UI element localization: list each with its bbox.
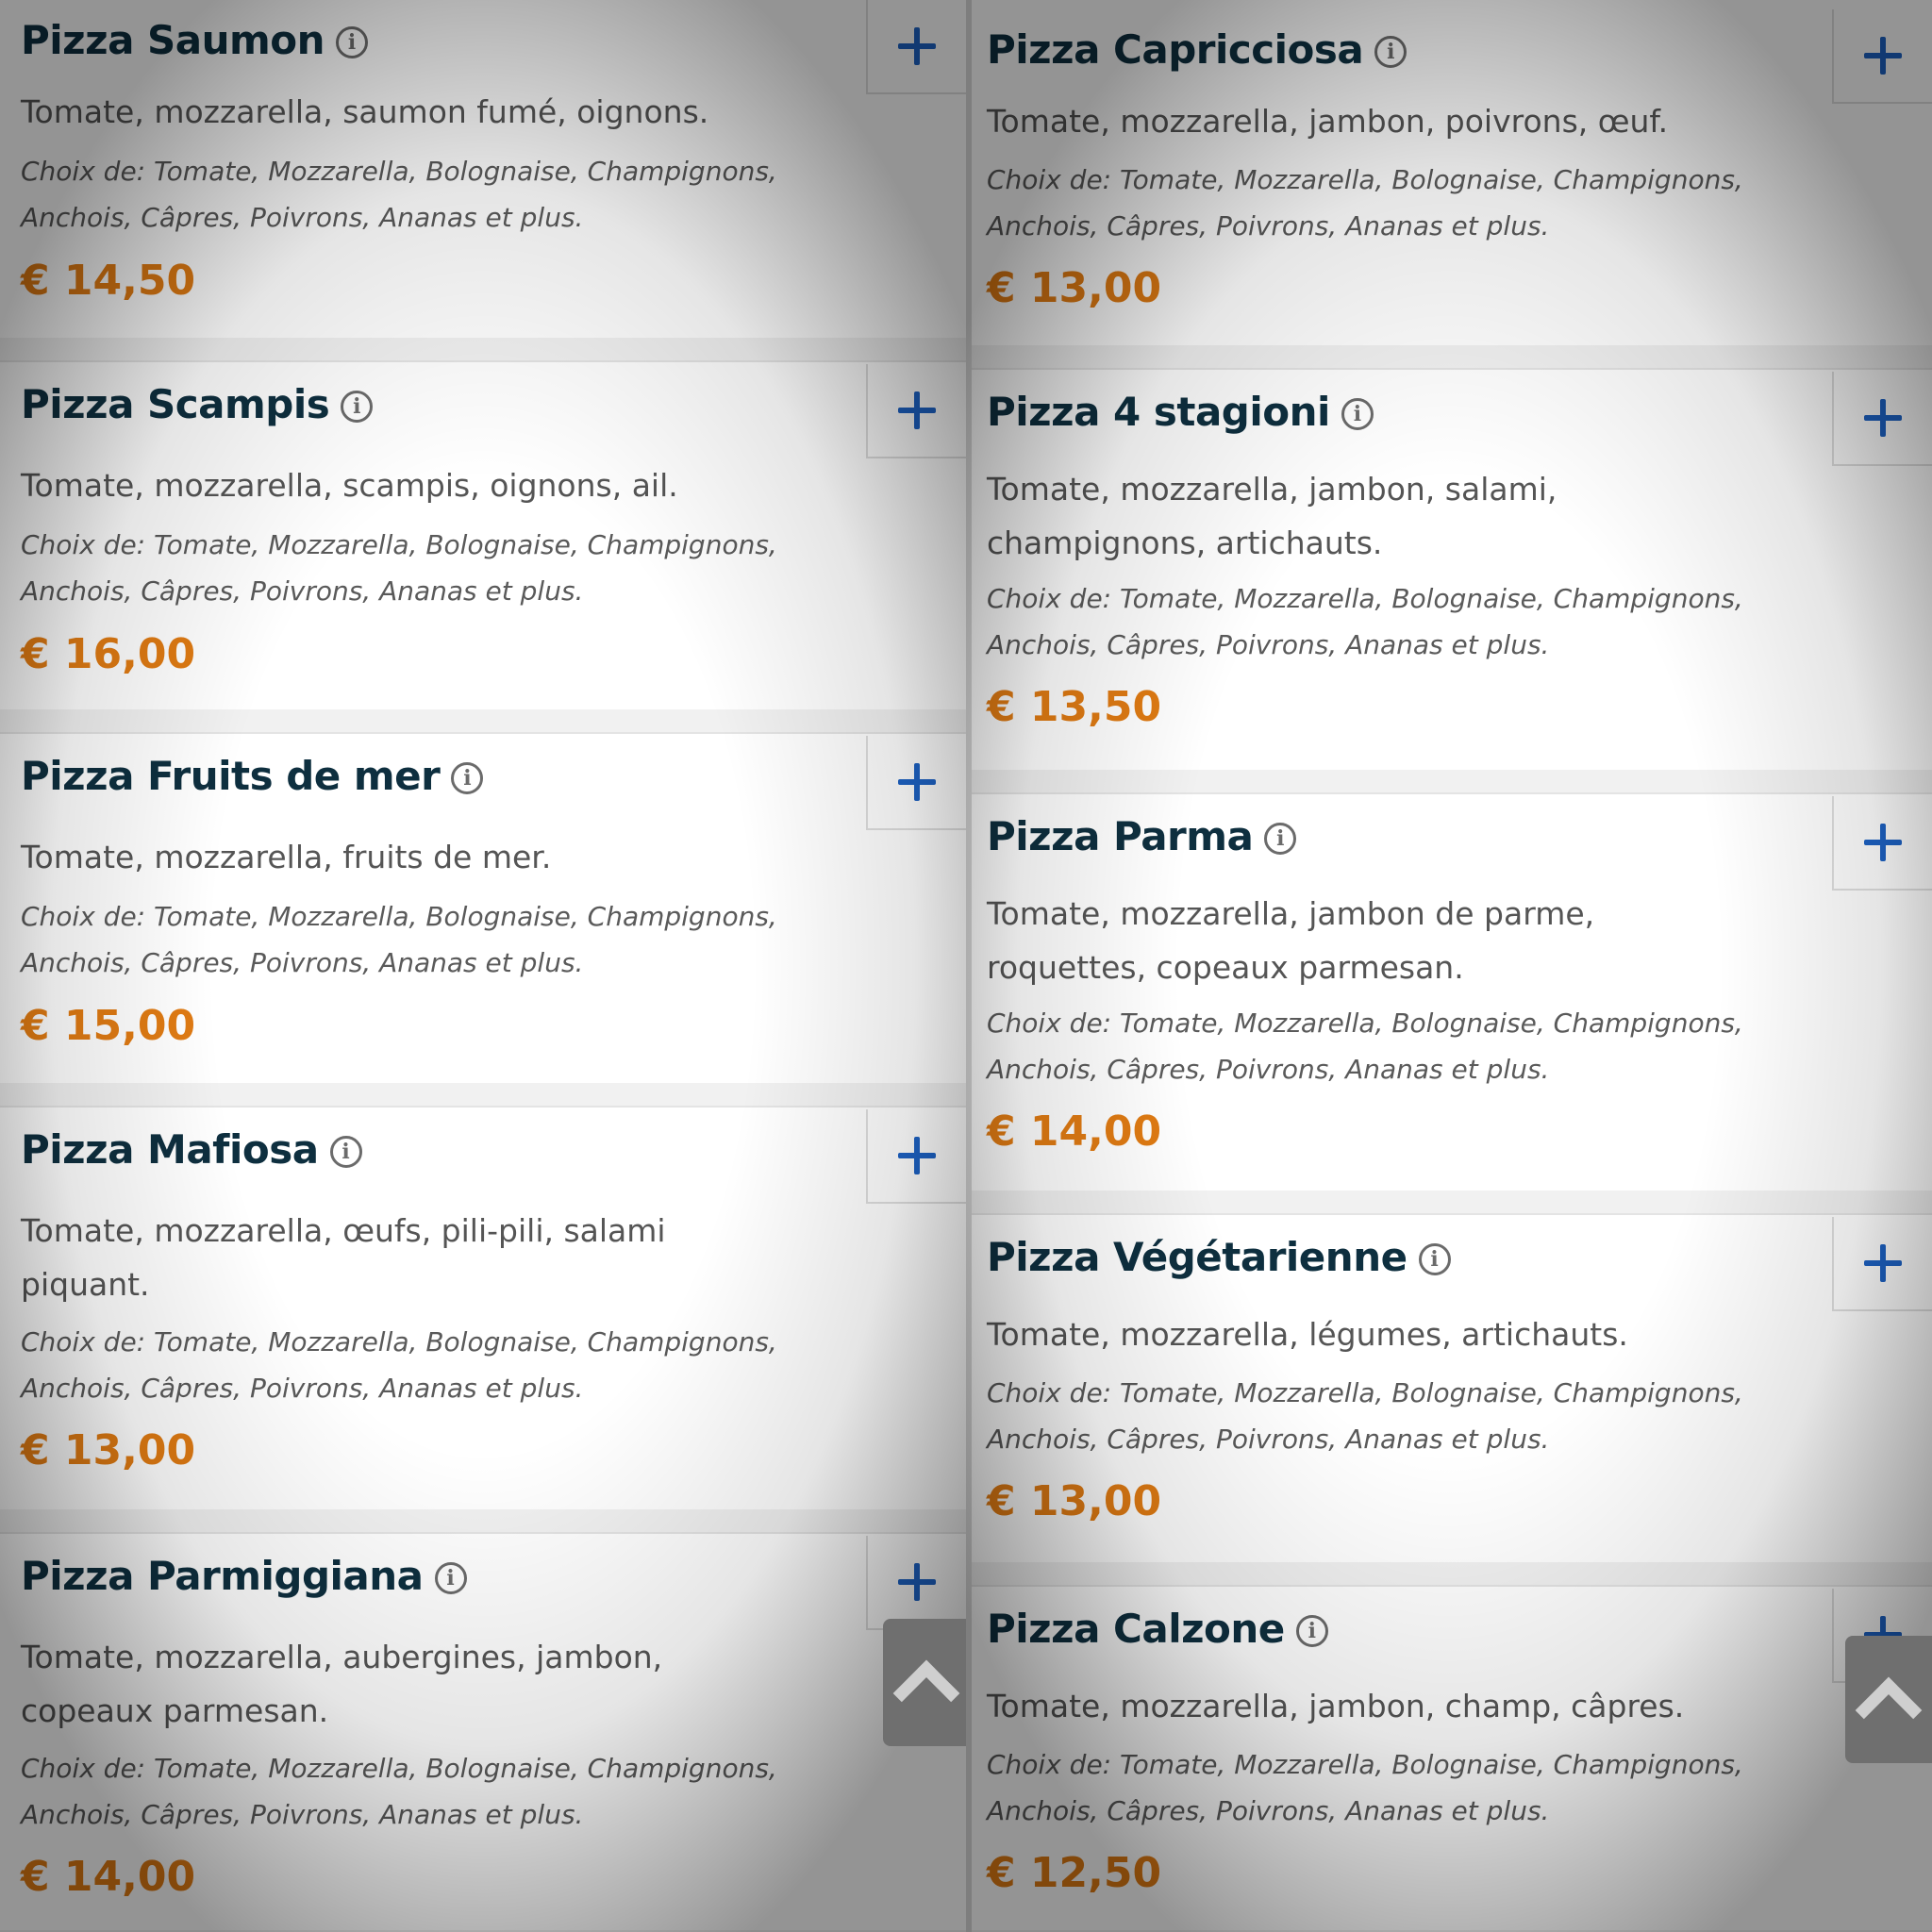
scroll-to-top-button[interactable] [1845,1636,1932,1763]
menu-column-right: Pizza Capricciosa i Tomate, mozzarella, … [966,0,1932,1932]
menu-item-price: € 14,00 [987,1108,1162,1156]
menu-item-choices: Choix de: Tomate, Mozzarella, Bolognaise… [21,1753,777,1830]
menu-item-card: Pizza Saumon i Tomate, mozzarella, saumo… [0,0,966,362]
menu-item-description: Tomate, mozzarella, jambon, salami, cham… [987,471,1557,561]
menu-item-price: € 16,00 [21,630,196,678]
menu-item-description: Tomate, mozzarella, scampis, oignons, ai… [21,467,678,504]
menu-item-card: Pizza Calzone i Tomate, mozzarella, jamb… [966,1589,1932,1932]
menu-item-choices: Choix de: Tomate, Mozzarella, Bolognaise… [987,164,1743,242]
menu-item-name: Pizza Parma [987,813,1254,859]
plus-icon [1864,824,1902,861]
menu-item-choices: Choix de: Tomate, Mozzarella, Bolognaise… [987,1008,1743,1085]
menu-item-price: € 15,00 [21,1002,196,1050]
menu-item-name: Pizza Fruits de mer [21,753,441,799]
menu-item-choices: Choix de: Tomate, Mozzarella, Bolognaise… [21,1326,777,1404]
info-circle-icon[interactable]: i [434,1561,467,1594]
menu-item-price: € 13,00 [21,1426,196,1474]
menu-item-price: € 13,00 [987,264,1162,312]
menu-item-description: Tomate, mozzarella, aubergines, jambon, … [21,1639,663,1729]
menu-item-title-row: Pizza Calzone i [987,1606,1328,1652]
menu-item-description: Tomate, mozzarella, jambon de parme, roq… [987,895,1595,986]
menu-item-choices: Choix de: Tomate, Mozzarella, Bolognaise… [987,583,1743,660]
menu-item-choices: Choix de: Tomate, Mozzarella, Bolognaise… [21,156,777,233]
menu-item-title-row: Pizza Scampis i [21,381,374,427]
add-to-cart-button[interactable] [866,1109,966,1204]
menu-item-price: € 14,50 [21,257,196,305]
menu-item-card: Pizza Capricciosa i Tomate, mozzarella, … [966,0,1932,370]
menu-item-price: € 14,00 [21,1853,196,1901]
menu-item-description: Tomate, mozzarella, fruits de mer. [21,839,552,875]
add-to-cart-button[interactable] [1832,796,1932,891]
info-circle-icon[interactable]: i [1374,35,1407,68]
info-circle-icon[interactable]: i [329,1135,362,1168]
plus-icon [1864,1244,1902,1282]
menu-item-card: Pizza Mafiosa i Tomate, mozzarella, œufs… [0,1109,966,1534]
menu-item-name: Pizza Parmiggiana [21,1553,424,1599]
menu-item-choices: Choix de: Tomate, Mozzarella, Bolognaise… [21,901,777,978]
menu-item-description: Tomate, mozzarella, œufs, pili-pili, sal… [21,1212,666,1303]
add-to-cart-button[interactable] [866,736,966,830]
info-circle-icon[interactable]: i [1264,822,1297,855]
menu-item-card: Pizza Scampis i Tomate, mozzarella, scam… [0,364,966,734]
info-circle-icon[interactable]: i [1341,397,1374,430]
menu-item-price: € 12,50 [987,1849,1162,1897]
plus-icon [1864,37,1902,75]
menu-item-title-row: Pizza Fruits de mer i [21,753,484,799]
menu-item-title-row: Pizza 4 stagioni i [987,389,1374,435]
menu-item-price: € 13,00 [987,1477,1162,1525]
menu-item-description: Tomate, mozzarella, légumes, artichauts. [987,1316,1628,1353]
menu-item-name: Pizza Capricciosa [987,26,1364,73]
info-circle-icon[interactable]: i [341,390,374,423]
plus-icon [898,763,936,801]
menu-item-name: Pizza Calzone [987,1606,1285,1652]
add-to-cart-button[interactable] [1832,372,1932,466]
menu-item-title-row: Pizza Végétarienne i [987,1234,1451,1280]
menu-item-card: Pizza Fruits de mer i Tomate, mozzarella… [0,736,966,1108]
plus-icon [898,27,936,65]
add-to-cart-button[interactable] [866,364,966,458]
menu-item-price: € 13,50 [987,683,1162,731]
menu-item-title-row: Pizza Capricciosa i [987,26,1407,73]
menu-item-card: Pizza Végétarienne i Tomate, mozzarella,… [966,1217,1932,1587]
scroll-to-top-button[interactable] [883,1619,966,1746]
add-to-cart-button[interactable] [1832,9,1932,104]
info-circle-icon[interactable]: i [1295,1614,1328,1647]
info-circle-icon[interactable]: i [1418,1242,1451,1275]
menu-item-description: Tomate, mozzarella, jambon, champ, câpre… [987,1688,1685,1724]
plus-icon [898,1137,936,1174]
menu-item-card: Pizza 4 stagioni i Tomate, mozzarella, j… [966,372,1932,794]
menu-item-title-row: Pizza Parma i [987,813,1297,859]
add-to-cart-button[interactable] [866,1536,966,1630]
chevron-up-icon [892,1659,960,1726]
menu-item-name: Pizza Mafiosa [21,1126,319,1173]
menu-item-title-row: Pizza Saumon i [21,17,369,63]
add-to-cart-button[interactable] [1832,1217,1932,1311]
info-circle-icon[interactable]: i [451,761,484,794]
menu-item-card: Pizza Parmiggiana i Tomate, mozzarella, … [0,1536,966,1932]
plus-icon [1864,399,1902,437]
menu-item-title-row: Pizza Parmiggiana i [21,1553,467,1599]
menu-item-title-row: Pizza Mafiosa i [21,1126,362,1173]
chevron-up-icon [1855,1676,1923,1743]
plus-icon [898,391,936,429]
add-to-cart-button[interactable] [866,0,966,94]
menu-item-name: Pizza Saumon [21,17,325,63]
menu-item-name: Pizza Végétarienne [987,1234,1407,1280]
menu-item-choices: Choix de: Tomate, Mozzarella, Bolognaise… [987,1377,1743,1455]
menu-column-left: Pizza Saumon i Tomate, mozzarella, saumo… [0,0,966,1932]
menu-item-card: Pizza Parma i Tomate, mozzarella, jambon… [966,796,1932,1215]
info-circle-icon[interactable]: i [336,25,369,58]
plus-icon [898,1563,936,1601]
menu-item-choices: Choix de: Tomate, Mozzarella, Bolognaise… [987,1749,1743,1826]
menu-item-choices: Choix de: Tomate, Mozzarella, Bolognaise… [21,529,777,607]
menu-item-description: Tomate, mozzarella, saumon fumé, oignons… [21,93,709,130]
menu-item-name: Pizza Scampis [21,381,330,427]
menu-item-description: Tomate, mozzarella, jambon, poivrons, œu… [987,103,1669,140]
menu-item-name: Pizza 4 stagioni [987,389,1330,435]
